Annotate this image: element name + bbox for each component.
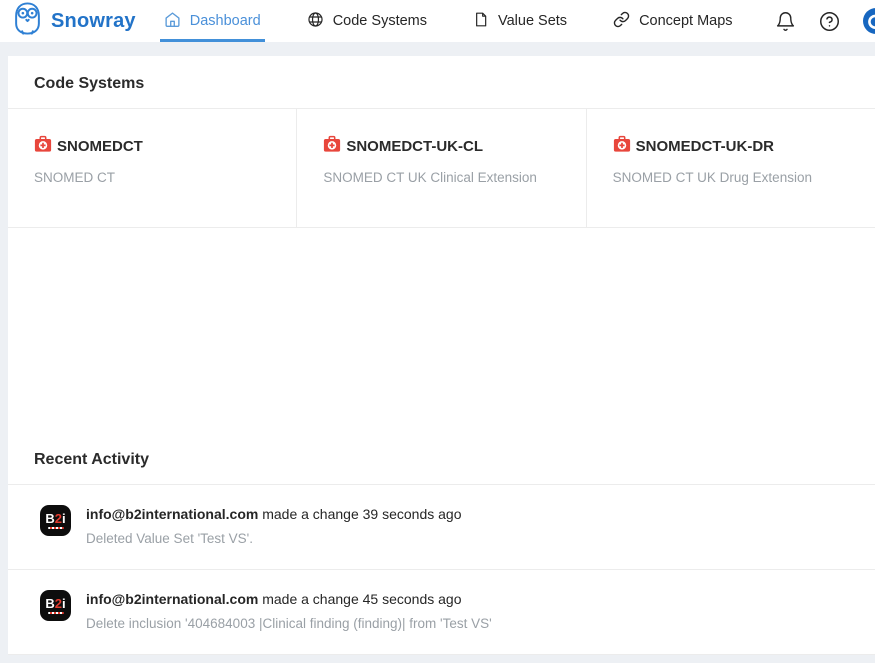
activity-title: info@b2international.com made a change 3… [86, 505, 461, 522]
code-system-name: SNOMEDCT [57, 138, 143, 155]
code-system-name: SNOMEDCT-UK-CL [346, 138, 483, 155]
tab-label: Value Sets [498, 13, 567, 29]
b2i-avatar: B2i [40, 505, 71, 536]
code-system-description: SNOMED CT UK Drug Extension [613, 170, 851, 185]
code-system-name: SNOMEDCT-UK-DR [636, 138, 774, 155]
app-header: Snowray Dashboard Code Systems [0, 0, 875, 42]
b2i-avatar-text: B2i [45, 512, 65, 525]
recent-activity-heading: Recent Activity [8, 432, 875, 485]
medkit-icon [34, 135, 52, 157]
tab-dashboard[interactable]: Dashboard [160, 0, 265, 42]
main-nav: Dashboard Code Systems Value Sets [160, 0, 775, 42]
tab-value-sets[interactable]: Value Sets [469, 0, 571, 42]
tab-concept-maps[interactable]: Concept Maps [609, 0, 737, 42]
activity-meta: made a change 39 seconds ago [262, 506, 461, 522]
activity-item: B2i info@b2international.com made a chan… [8, 570, 875, 655]
help-icon[interactable] [819, 11, 840, 32]
code-system-card-snomedct[interactable]: SNOMEDCT SNOMED CT [8, 109, 297, 227]
bell-icon[interactable] [775, 11, 796, 32]
content-spacer [8, 228, 875, 432]
brand-logo[interactable]: Snowray [0, 0, 146, 42]
activity-title: info@b2international.com made a change 4… [86, 590, 492, 607]
b2i-avatar-strip [48, 612, 64, 614]
document-icon [473, 11, 489, 32]
activity-user: info@b2international.com [86, 506, 258, 522]
tab-label: Code Systems [333, 13, 427, 29]
link-icon [613, 11, 630, 32]
b2i-avatar-strip [48, 527, 64, 529]
activity-user: info@b2international.com [86, 591, 258, 607]
activity-meta: made a change 45 seconds ago [262, 591, 461, 607]
tab-label: Dashboard [190, 13, 261, 29]
b2i-avatar-text: B2i [45, 597, 65, 610]
tab-code-systems[interactable]: Code Systems [303, 0, 431, 42]
code-systems-heading: Code Systems [8, 56, 875, 109]
medkit-icon [323, 135, 341, 157]
tab-label: Concept Maps [639, 13, 733, 29]
owl-logo-icon [12, 1, 43, 41]
brand-name: Snowray [51, 10, 136, 33]
activity-item: B2i info@b2international.com made a chan… [8, 485, 875, 570]
activity-detail: Deleted Value Set 'Test VS'. [86, 531, 461, 546]
activity-content: info@b2international.com made a change 3… [86, 505, 461, 546]
main-panel: Code Systems SNOMEDCT SNOMED CT [8, 56, 875, 655]
medkit-icon [613, 135, 631, 157]
activity-detail: Delete inclusion '404684003 |Clinical fi… [86, 616, 492, 631]
code-systems-cards: SNOMEDCT SNOMED CT SNOMEDCT-UK-CL SNOMED… [8, 109, 875, 228]
code-system-description: SNOMED CT UK Clinical Extension [323, 170, 561, 185]
activity-content: info@b2international.com made a change 4… [86, 590, 492, 631]
code-system-card-snomedct-uk-cl[interactable]: SNOMEDCT-UK-CL SNOMED CT UK Clinical Ext… [297, 109, 586, 227]
globe-icon [307, 11, 324, 32]
code-system-card-snomedct-uk-dr[interactable]: SNOMEDCT-UK-DR SNOMED CT UK Drug Extensi… [587, 109, 875, 227]
home-icon [164, 11, 181, 32]
header-actions [775, 0, 875, 42]
power-icon[interactable] [863, 8, 875, 34]
code-system-description: SNOMED CT [34, 170, 272, 185]
b2i-avatar: B2i [40, 590, 71, 621]
